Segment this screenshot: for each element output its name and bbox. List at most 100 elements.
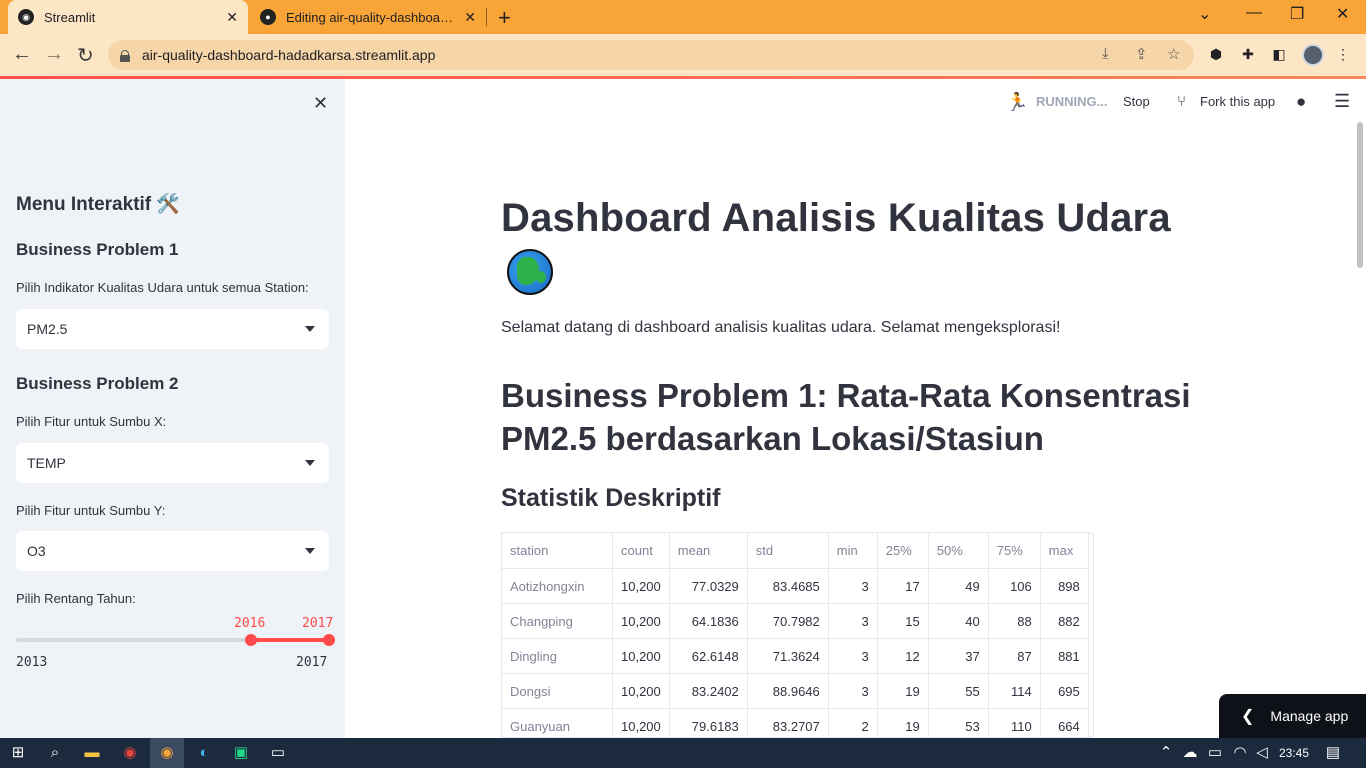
tab-title: Editing air-quality-dashboard/RE — [286, 9, 457, 25]
row-index-cell: Dongsi — [501, 673, 613, 709]
x-axis-select[interactable]: TEMP — [16, 443, 329, 483]
indicator-select[interactable]: PM2.5 — [16, 309, 329, 349]
tab-github-editing[interactable]: ● Editing air-quality-dashboard/RE ✕ — [250, 0, 486, 34]
table-cell: 64.1836 — [668, 603, 748, 639]
back-icon[interactable]: ← — [12, 43, 32, 66]
lock-icon — [120, 49, 130, 62]
side-panel-icon[interactable]: ◧ — [1271, 46, 1287, 62]
year-slider-fill — [250, 638, 329, 642]
fork-icon: ⑂ — [1177, 93, 1187, 110]
restore-icon[interactable]: ❐ — [1290, 4, 1304, 24]
wifi-icon[interactable]: ◠ — [1231, 744, 1249, 762]
url-text: air-quality-dashboard-hadadkarsa.streaml… — [142, 47, 436, 63]
pycharm-icon[interactable]: ▣ — [232, 744, 250, 762]
cloud-icon[interactable]: ☁ — [1181, 744, 1199, 762]
stop-button[interactable]: Stop — [1123, 94, 1150, 109]
new-tab-icon[interactable]: + — [498, 5, 511, 31]
browser-toolbar: ← → ↻ air-quality-dashboard-hadadkarsa.s… — [0, 34, 1366, 76]
browser-tab-bar: ◉ Streamlit ✕ ● Editing air-quality-dash… — [0, 0, 1366, 34]
tab-search-icon[interactable]: ⌄ — [1198, 4, 1211, 24]
chrome-profile-icon[interactable]: ◉ — [158, 744, 176, 762]
column-header[interactable]: 25% — [876, 532, 929, 569]
table-cell: 83.4685 — [746, 568, 829, 604]
extension-shield-icon[interactable]: ⬢ — [1208, 46, 1224, 62]
hamburger-menu-icon[interactable]: ☰ — [1334, 91, 1350, 112]
close-tab-icon[interactable]: ✕ — [226, 9, 238, 26]
year-slider-high-handle[interactable] — [323, 634, 335, 646]
share-icon[interactable]: ⇪ — [1135, 45, 1148, 63]
table-row[interactable]: Changping 10,200 64.1836 70.7982 3 15 40 88 882 — [501, 603, 1089, 639]
notifications-icon[interactable]: ▤ — [1324, 744, 1342, 762]
column-header[interactable]: count — [612, 532, 670, 569]
table-cell: 55 — [927, 673, 989, 709]
chrome-icon[interactable]: ◉ — [121, 744, 139, 762]
chevron-down-icon — [305, 326, 315, 332]
address-bar[interactable]: air-quality-dashboard-hadadkarsa.streaml… — [108, 40, 1194, 70]
search-icon[interactable]: ⌕ — [46, 744, 64, 762]
column-header[interactable]: max — [1039, 532, 1089, 569]
bp2-title: Business Problem 2 — [16, 374, 179, 393]
file-explorer-icon[interactable]: ▬ — [83, 744, 101, 762]
column-header[interactable]: 75% — [987, 532, 1041, 569]
minimize-icon[interactable]: — — [1246, 4, 1262, 22]
close-tab-icon[interactable]: ✕ — [464, 9, 476, 26]
windows-taskbar: ⊞ ⌕ ▬ ◉ ◉ ◐ ▣ ▭ ⌃ ☁ ▭ ◠ ◁ 23:45 ▤ — [0, 738, 1366, 768]
column-header[interactable]: 50% — [927, 532, 989, 569]
table-cell: 71.3624 — [746, 638, 829, 674]
table-row[interactable]: Aotizhongxin 10,200 77.0329 83.4685 3 17 49 106… — [501, 568, 1089, 604]
page-scrollbar[interactable] — [1357, 122, 1363, 268]
table-row[interactable]: Dingling 10,200 62.6148 71.3624 3 12 37 87 881 — [501, 638, 1089, 674]
table-row[interactable]: Dongsi 10,200 83.2402 88.9646 3 19 55 114 695 — [501, 673, 1089, 709]
table-cell: 88 — [987, 603, 1041, 639]
github-icon[interactable]: ● — [1296, 92, 1306, 112]
table-cell: 10,200 — [612, 638, 670, 674]
taskbar-clock: 23:45 — [1279, 746, 1310, 760]
extensions-puzzle-icon[interactable]: ✚ — [1240, 46, 1256, 62]
column-header[interactable]: min — [827, 532, 878, 569]
select-value: PM2.5 — [27, 321, 68, 337]
profile-avatar[interactable] — [1302, 44, 1324, 66]
column-header[interactable]: std — [746, 532, 829, 569]
install-icon[interactable]: ⤓ — [1102, 45, 1109, 62]
terminal-icon[interactable]: ▭ — [269, 744, 287, 762]
streamlit-icon: ◉ — [18, 9, 34, 25]
table-cell: 10,200 — [612, 673, 670, 709]
table-cell: 17 — [876, 568, 929, 604]
bp1-title: Business Problem 1 — [16, 240, 179, 259]
table-cell: 77.0329 — [668, 568, 748, 604]
forward-icon[interactable]: → — [44, 43, 64, 66]
column-header[interactable]: station — [501, 532, 613, 569]
close-sidebar-icon[interactable]: ✕ — [313, 93, 328, 114]
y-axis-select[interactable]: O3 — [16, 531, 329, 571]
x-axis-label: Pilih Fitur untuk Sumbu X: — [16, 414, 167, 429]
table-cell: 70.7982 — [746, 603, 829, 639]
y-axis-label: Pilih Fitur untuk Sumbu Y: — [16, 503, 166, 518]
table-body: Aotizhongxin 10,200 77.0329 83.4685 3 17 49 106… — [501, 568, 1089, 744]
chevron-up-icon[interactable]: ⌃ — [1157, 744, 1175, 762]
table-cell: 49 — [927, 568, 989, 604]
window-close-icon[interactable]: ✕ — [1336, 4, 1349, 24]
battery-icon[interactable]: ▭ — [1206, 744, 1224, 762]
table-cell: 19 — [876, 673, 929, 709]
running-person-icon: 🏃 — [1006, 92, 1029, 112]
column-header[interactable]: mean — [668, 532, 748, 569]
fork-app-button[interactable]: Fork this app — [1200, 94, 1275, 109]
tab-streamlit[interactable]: ◉ Streamlit ✕ — [8, 0, 248, 34]
descriptive-stats-table[interactable]: station count mean std min 25% 50% 75% max Aotiz… — [501, 532, 1089, 744]
table-cell: 10,200 — [612, 603, 670, 639]
chevron-down-icon — [305, 548, 315, 554]
year-slider-low-handle[interactable] — [244, 634, 257, 646]
table-cell: 15 — [876, 603, 929, 639]
browser-menu-icon[interactable]: ⋮ — [1335, 46, 1351, 62]
edge-icon[interactable]: ◐ — [195, 744, 213, 762]
reload-icon[interactable]: ↻ — [77, 43, 94, 68]
table-cell: 114 — [987, 673, 1041, 709]
year-range-label: Pilih Rentang Tahun: — [16, 591, 136, 606]
github-icon: ● — [260, 9, 276, 25]
manage-app-button[interactable]: ❮ Manage app — [1219, 694, 1366, 738]
select-value: TEMP — [27, 455, 66, 471]
bookmark-star-icon[interactable]: ☆ — [1167, 45, 1180, 63]
table-cell: 881 — [1039, 638, 1089, 674]
volume-icon[interactable]: ◁ — [1253, 744, 1271, 762]
windows-start-icon[interactable]: ⊞ — [9, 744, 27, 762]
